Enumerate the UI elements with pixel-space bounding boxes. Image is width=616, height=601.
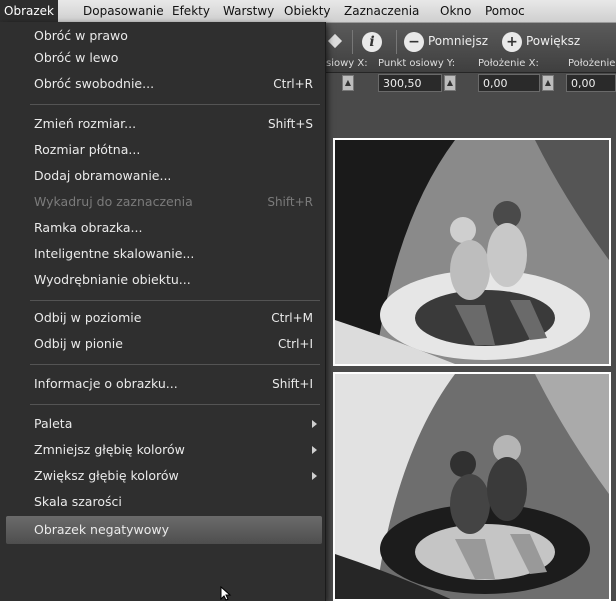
menu-item-label: Odbij w pionie (34, 336, 123, 351)
menu-obrazek[interactable]: Obrazek (0, 0, 58, 22)
toolbar-separator (352, 30, 353, 54)
menu-item-picture-frame[interactable]: Ramka obrazka... (0, 214, 325, 242)
pivot-y-spinner[interactable]: ▲ (444, 75, 456, 91)
menu-item-shortcut: Shift+I (272, 377, 313, 391)
submenu-arrow-icon (312, 446, 317, 454)
zoom-out-button[interactable]: − Pomniejsz (404, 28, 488, 54)
menu-item-label: Ramka obrazka... (34, 220, 143, 235)
position-y-label: Położenie (568, 58, 616, 69)
tool-icon[interactable] (327, 28, 343, 54)
menu-item-label: Skala szarości (34, 494, 122, 509)
menu-separator (30, 364, 320, 365)
menu-item-label: Obróć w lewo (34, 50, 119, 65)
menu-item-shortcut: Ctrl+I (278, 337, 313, 351)
pivot-x-spinner[interactable]: ▲ (342, 75, 354, 91)
info-button[interactable]: i (362, 28, 386, 54)
toolbar-separator (396, 30, 397, 54)
menu-item-shortcut: Shift+S (268, 117, 313, 131)
menu-item-label: Informacje o obrazku... (34, 376, 178, 391)
menu-item-rotate-left[interactable]: Obróć w lewo (0, 44, 325, 72)
menu-warstwy[interactable]: Warstwy (219, 0, 278, 22)
menu-item-palette[interactable]: Paleta (0, 410, 325, 438)
submenu-arrow-icon (312, 472, 317, 480)
info-icon: i (362, 31, 382, 52)
menu-item-canvas-size[interactable]: Rozmiar płótna... (0, 136, 325, 164)
zoom-out-label: Pomniejsz (428, 34, 489, 48)
menu-item-label: Paleta (34, 416, 73, 431)
menu-separator (30, 104, 320, 105)
menu-bar: Obrazek Dopasowanie Efekty Warstwy Obiek… (0, 0, 616, 23)
menu-item-shortcut: Ctrl+M (271, 311, 313, 325)
menu-item-label: Obróć swobodnie... (34, 76, 155, 91)
menu-item-grayscale[interactable]: Skala szarości (0, 488, 325, 516)
zoom-out-icon: − (404, 31, 424, 52)
menu-efekty[interactable]: Efekty (168, 0, 214, 22)
menu-item-smart-scale[interactable]: Inteligentne skalowanie... (0, 240, 325, 268)
menu-item-flip-horizontal[interactable]: Odbij w poziomie Ctrl+M (0, 304, 325, 332)
menu-item-increase-color-depth[interactable]: Zwiększ głębię kolorów (0, 462, 325, 490)
mouse-cursor-icon (220, 586, 232, 601)
menu-item-label: Zmniejsz głębię kolorów (34, 442, 185, 457)
menu-separator (30, 300, 320, 301)
position-x-label: Położenie X: (478, 58, 539, 69)
menu-item-label: Rozmiar płótna... (34, 142, 141, 157)
photo-original-image (335, 140, 609, 364)
position-y-field[interactable]: 0,00 (566, 74, 616, 92)
menu-item-label: Zmień rozmiar... (34, 116, 137, 131)
menu-item-image-info[interactable]: Informacje o obrazku... Shift+I (0, 370, 325, 398)
photo-original[interactable] (333, 138, 611, 366)
menu-pomoc[interactable]: Pomoc (481, 0, 529, 22)
menu-item-negative-image[interactable]: Obrazek negatywowy (6, 516, 322, 544)
pivot-x-label: siowy X: (326, 58, 368, 69)
menu-item-label: Wykadruj do zaznaczenia (34, 194, 193, 209)
menu-separator (30, 404, 320, 405)
position-x-spinner[interactable]: ▲ (542, 75, 554, 91)
menu-obiekty[interactable]: Obiekty (280, 0, 335, 22)
menu-item-label: Wyodrębnianie obiektu... (34, 272, 191, 287)
image-menu-dropdown: Obróć w prawo Obróć w lewo Obróć swobodn… (0, 22, 326, 601)
zoom-in-button[interactable]: + Powiększ (502, 28, 580, 54)
zoom-in-label: Powiększ (526, 34, 581, 48)
photo-negative[interactable] (333, 372, 611, 601)
menu-item-free-rotate[interactable]: Obróć swobodnie... Ctrl+R (0, 70, 325, 98)
pivot-y-field[interactable]: 300,50 (378, 74, 442, 92)
menu-item-crop-to-selection: Wykadruj do zaznaczenia Shift+R (0, 188, 325, 216)
pivot-y-label: Punkt osiowy Y: (378, 58, 456, 69)
menu-dopasowanie[interactable]: Dopasowanie (79, 0, 168, 22)
photo-negative-image (335, 374, 609, 599)
menu-item-label: Inteligentne skalowanie... (34, 246, 195, 261)
menu-item-label: Dodaj obramowanie... (34, 168, 172, 183)
menu-item-shortcut: Ctrl+R (273, 77, 313, 91)
menu-item-object-extract[interactable]: Wyodrębnianie obiektu... (0, 266, 325, 294)
submenu-arrow-icon (312, 420, 317, 428)
menu-item-flip-vertical[interactable]: Odbij w pionie Ctrl+I (0, 330, 325, 358)
menu-item-resize[interactable]: Zmień rozmiar... Shift+S (0, 110, 325, 138)
zoom-in-icon: + (502, 31, 522, 52)
menu-zaznaczenia[interactable]: Zaznaczenia (340, 0, 423, 22)
menu-item-decrease-color-depth[interactable]: Zmniejsz głębię kolorów (0, 436, 325, 464)
menu-okno[interactable]: Okno (436, 0, 475, 22)
menu-item-label: Odbij w poziomie (34, 310, 142, 325)
menu-item-label: Zwiększ głębię kolorów (34, 468, 179, 483)
menu-item-add-border[interactable]: Dodaj obramowanie... (0, 162, 325, 190)
menu-item-label: Obrazek negatywowy (34, 522, 170, 537)
menu-item-shortcut: Shift+R (267, 195, 313, 209)
position-x-field[interactable]: 0,00 (478, 74, 540, 92)
